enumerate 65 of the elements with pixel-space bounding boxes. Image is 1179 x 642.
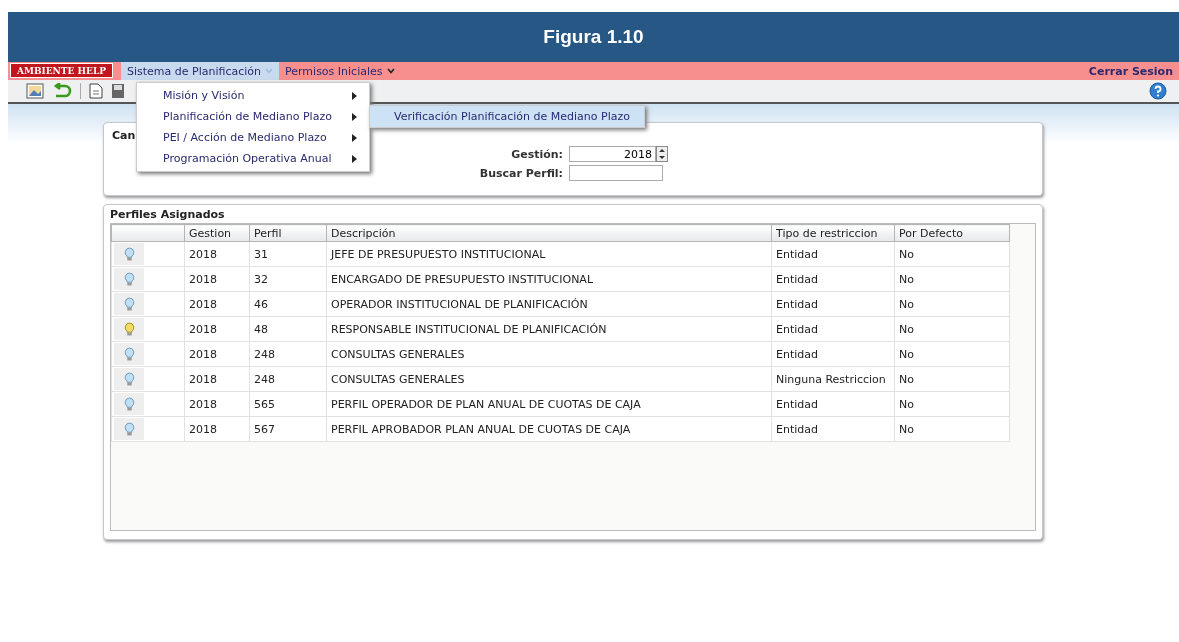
bulb-button[interactable] [114,293,144,315]
table-cell: Ninguna Restriccion [771,366,895,392]
caret-icon [265,68,274,74]
logout-link[interactable]: Cerrar Sesion [1088,64,1179,78]
table-cell: No [894,391,1010,417]
bulb-button[interactable] [114,318,144,340]
bulb-button[interactable] [114,418,144,440]
column-header[interactable]: Descripción [326,224,772,242]
help-icon[interactable] [1149,82,1167,100]
submenu-arrow-icon [352,112,357,121]
search-field[interactable] [569,165,663,181]
table-cell: No [894,316,1010,342]
save-icon[interactable] [111,83,125,99]
table-cell: OPERADOR INSTITUCIONAL DE PLANIFICACIÓN [326,291,772,317]
table-cell: JEFE DE PRESUPUESTO INSTITUCIONAL [326,241,772,267]
table-cell: Entidad [771,341,895,367]
bulb-button[interactable] [114,343,144,365]
menu-item[interactable]: Planificación de Mediano Plazo [137,106,369,127]
panel-title: Can [112,129,136,142]
field-label: Buscar Perfil: [478,166,563,180]
table-cell: No [894,291,1010,317]
menu-item[interactable]: Verificación Planificación de Mediano Plazo [370,106,644,127]
figure-title: Figura 1.10 [543,26,644,48]
table-cell: No [894,341,1010,367]
column-header[interactable]: Por Defecto [894,224,1010,242]
submenu-arrow-icon [352,91,357,100]
menu-item[interactable]: Misión y Visión [137,85,369,106]
caret-icon [386,68,395,74]
table-cell: PERFIL APROBADOR PLAN ANUAL DE CUOTAS DE CAJA [326,416,772,442]
menu-item[interactable]: Sistema de Planificación [121,62,280,80]
table-cell: Entidad [771,241,895,267]
table-cell: PERFIL OPERADOR DE PLAN ANUAL DE CUOTAS DE CAJA [326,391,772,417]
table-cell: ENCARGADO DE PRESUPUESTO INSTITUCIONAL [326,266,772,292]
table-cell: No [894,241,1010,267]
submenu-arrow-icon [352,154,357,163]
column-header[interactable]: Perfil [249,224,327,242]
menu-item[interactable]: Permisos Iniciales [279,62,401,80]
bulb-button[interactable] [114,393,144,415]
bulb-button[interactable] [114,368,144,390]
table-cell: CONSULTAS GENERALES [326,366,772,392]
undo-arrow-icon[interactable] [52,83,72,99]
environment-badge: AMBIENTE HELP [10,63,113,78]
picture-icon[interactable] [26,83,44,99]
table-cell: No [894,416,1010,442]
column-header[interactable]: Gestion [184,224,250,242]
table-cell: Entidad [771,316,895,342]
table-cell: No [894,366,1010,392]
table-cell: RESPONSABLE INSTITUCIONAL DE PLANIFICACIÓN [326,316,772,342]
document-icon[interactable] [89,83,103,99]
table-cell: Entidad [771,291,895,317]
spinner-arrows-icon[interactable] [656,146,668,162]
column-header[interactable]: Tipo de restriccion [771,224,895,242]
year-spinner-field[interactable]: 2018 [569,146,656,162]
panel-title: Perfiles Asignados [110,208,225,221]
table-cell: Entidad [771,391,895,417]
table-cell: Entidad [771,416,895,442]
table-cell: Entidad [771,266,895,292]
bulb-button[interactable] [114,243,144,265]
menu-item[interactable]: Programación Operativa Anual [137,148,369,169]
field-label: Gestión: [510,147,563,161]
table-cell: CONSULTAS GENERALES [326,341,772,367]
submenu-arrow-icon [352,133,357,142]
menu-item[interactable]: PEI / Acción de Mediano Plazo [137,127,369,148]
table-cell: No [894,266,1010,292]
bulb-button[interactable] [114,268,144,290]
